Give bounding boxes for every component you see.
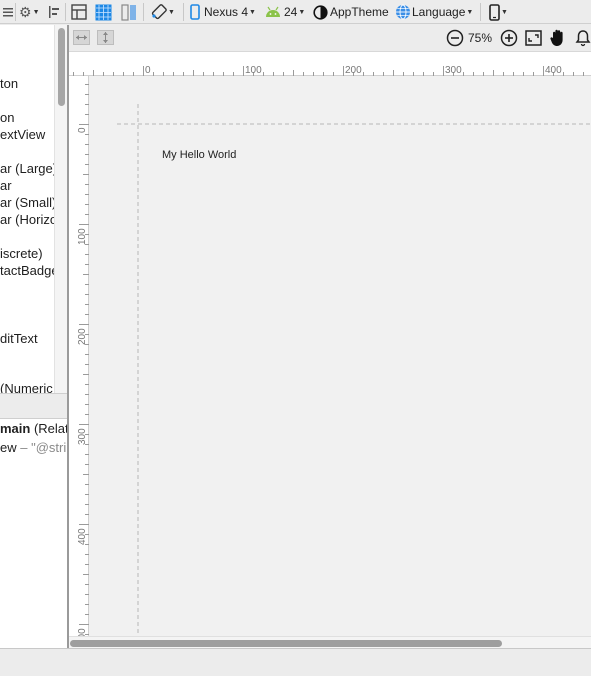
tree-child-name: ew: [0, 440, 17, 455]
settings-button[interactable]: ⚙ ▼: [19, 0, 40, 24]
align-button[interactable]: [48, 0, 60, 24]
tree-root-type: (Relati: [33, 421, 67, 436]
bell-icon: [575, 30, 591, 47]
both-views-icon: [121, 3, 136, 21]
tree-child-value: "@stri: [31, 440, 67, 455]
h-ruler-label: 400: [545, 65, 562, 76]
chevron-down-icon: ▼: [32, 8, 40, 16]
v-ruler-label: 0: [77, 127, 88, 133]
design-view-icon: [71, 4, 87, 20]
layout-editor-window: ⚙ ▼ ▼ Nexus 4 ▼ 24 ▼ AppTheme Language ▼…: [0, 0, 591, 676]
palette-item[interactable]: ar (Horizo: [0, 212, 57, 227]
theme-icon: [313, 4, 328, 20]
horizontal-scrollbar-thumb[interactable]: [70, 640, 502, 647]
pack-vertical-button[interactable]: [97, 30, 114, 45]
both-views-button[interactable]: [121, 0, 137, 24]
tree-root-name: main: [0, 421, 31, 436]
tree-item-root[interactable]: main (Relati: [0, 421, 67, 436]
blueprint-view-button[interactable]: [95, 0, 112, 24]
align-icon: [49, 6, 59, 18]
palette-item[interactable]: ar (Small): [0, 195, 56, 210]
tree-child-dash: –: [16, 440, 32, 455]
palette-item[interactable]: ditText: [0, 331, 38, 346]
language-label: Language: [412, 5, 466, 19]
v-ruler-label: 300: [77, 428, 88, 445]
expand-vertical-icon: [103, 32, 108, 43]
palette-item[interactable]: iscrete): [0, 246, 43, 261]
design-view-button[interactable]: [71, 0, 87, 24]
top-toolbar: ⚙ ▼ ▼ Nexus 4 ▼ 24 ▼ AppTheme Language ▼…: [0, 0, 591, 24]
zoom-in-button[interactable]: [500, 29, 518, 50]
palette-settings-button[interactable]: [2, 0, 14, 24]
pack-horizontal-button[interactable]: [73, 30, 90, 45]
design-surface[interactable]: 0 100 200 300 400 0 100 200 300 400 500: [69, 52, 591, 636]
v-ruler-label: 500: [77, 628, 88, 636]
zoom-out-icon: [446, 29, 464, 47]
zoom-to-fit-button[interactable]: [525, 30, 542, 49]
layers-icon: [3, 8, 13, 17]
palette-scrollbar-thumb[interactable]: [58, 28, 65, 106]
palette-item[interactable]: extView: [0, 127, 45, 142]
zoom-level: 75%: [468, 31, 493, 45]
device-dropdown[interactable]: Nexus 4 ▼: [190, 0, 256, 24]
fit-screen-icon: [525, 30, 542, 46]
palette-item[interactable]: tactBadge: [0, 263, 59, 278]
device-variant-icon: [489, 3, 500, 21]
chevron-down-icon: ▼: [501, 8, 508, 16]
device-variant-dropdown[interactable]: ▼: [489, 0, 508, 24]
h-ruler-label: 100: [245, 65, 262, 76]
design-toolbar: 75%: [69, 25, 591, 52]
api-level-label: 24: [284, 5, 298, 19]
v-ruler-label: 100: [77, 228, 88, 245]
hand-icon: [550, 29, 563, 46]
horizontal-ruler: 0 100 200 300 400: [69, 52, 591, 76]
gear-icon: ⚙: [19, 3, 32, 20]
chevron-down-icon: ▼: [298, 8, 306, 16]
hello-world-textview[interactable]: My Hello World: [162, 149, 236, 161]
api-level-dropdown[interactable]: 24 ▼: [264, 0, 305, 24]
design-horizontal-scrollbar[interactable]: [69, 636, 591, 648]
orientation-icon: [151, 4, 167, 20]
tree-item-textview[interactable]: ew – "@stri: [0, 440, 66, 455]
palette-item[interactable]: ar (Large): [0, 161, 57, 176]
palette-item[interactable]: ar: [0, 178, 12, 193]
palette-scrollbar[interactable]: [54, 25, 67, 393]
language-dropdown[interactable]: Language ▼: [395, 0, 473, 24]
v-ruler-label: 400: [77, 528, 88, 545]
vertical-ruler: 0 100 200 300 400 500: [69, 76, 89, 636]
android-icon: [266, 6, 280, 17]
component-tree-header: [0, 393, 67, 419]
v-ruler-label: 200: [77, 328, 88, 345]
device-label: Nexus 4: [204, 5, 249, 19]
blueprint-view-icon: [95, 4, 112, 20]
globe-icon: [396, 4, 410, 20]
palette-item[interactable]: ton: [0, 76, 18, 91]
expand-horizontal-icon: [76, 35, 87, 40]
h-ruler-label: 200: [345, 65, 362, 76]
status-bar: [0, 648, 591, 676]
palette-item[interactable]: on: [0, 110, 14, 125]
chevron-down-icon: ▼: [168, 8, 175, 16]
h-ruler-label: 300: [445, 65, 462, 76]
chevron-down-icon: ▼: [249, 8, 256, 16]
pan-button[interactable]: [549, 28, 567, 50]
chevron-down-icon: ▼: [466, 8, 474, 16]
palette-panel: ton on extView ar (Large) ar ar (Small) …: [0, 25, 67, 648]
h-ruler-label: 0: [145, 65, 151, 76]
theme-label: AppTheme: [330, 5, 389, 19]
zoom-in-icon: [500, 29, 518, 47]
orientation-dropdown[interactable]: ▼: [151, 0, 175, 24]
phone-icon: [190, 4, 200, 20]
theme-button[interactable]: AppTheme: [313, 0, 389, 24]
notifications-button[interactable]: [574, 29, 591, 48]
zoom-out-button[interactable]: [446, 29, 464, 50]
